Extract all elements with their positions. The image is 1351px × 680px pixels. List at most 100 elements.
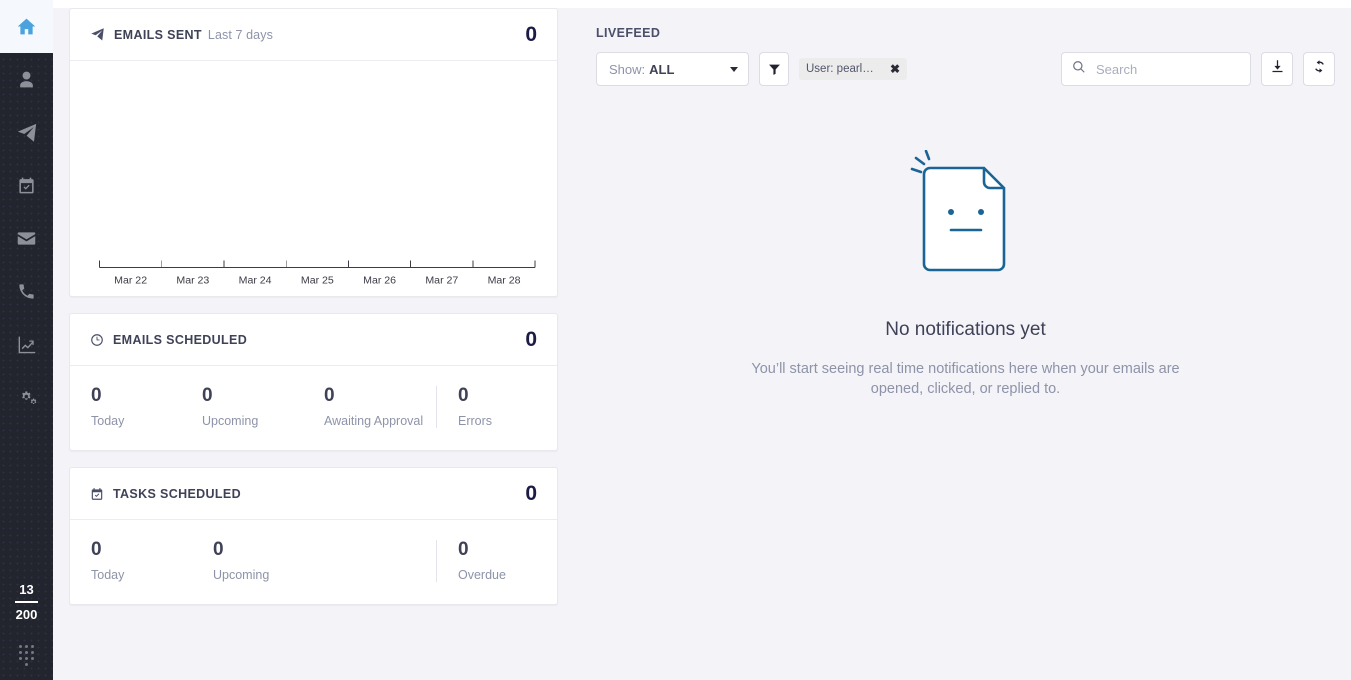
search-icon: [1072, 60, 1086, 79]
credit-counter: 13 200: [15, 580, 38, 625]
user-filter-chip[interactable]: User: pearl@pear... ✖: [799, 58, 907, 80]
show-filter-label: Show:: [609, 61, 646, 77]
tasks-scheduled-title: TASKS SCHEDULED: [113, 486, 241, 501]
livefeed-toolbar: Show: ALL User: pearl@pear... ✖: [596, 52, 1335, 86]
tasks-scheduled-total: 0: [525, 481, 537, 505]
sidebar-item-settings[interactable]: [0, 371, 53, 424]
stat-value: 0: [458, 539, 469, 560]
sidebar-item-reports[interactable]: [0, 318, 53, 371]
download-icon: [1270, 59, 1285, 79]
stat-value: 0: [324, 385, 335, 406]
stat-upcoming: 0 Upcoming: [181, 386, 303, 428]
sidebar-item-mail[interactable]: [0, 212, 53, 265]
stat-value: 0: [202, 385, 213, 406]
dashboard-cards-column: EMAILS SENT Last 7 days 0 Mar 22 Mar 23 Ma…: [53, 0, 558, 680]
emails-sent-chart: Mar 22 Mar 23 Mar 24 Mar 25 Mar 26 Mar 27 Mar …: [70, 61, 557, 296]
stat-label: Today: [91, 414, 125, 428]
stat-label: Awaiting Approval: [324, 414, 424, 428]
top-strip: [53, 0, 1351, 8]
line-chart-icon: [16, 334, 37, 355]
refresh-icon: [1312, 59, 1327, 79]
sidebar-item-campaigns[interactable]: [0, 106, 53, 159]
stat-value: 0: [458, 385, 469, 406]
funnel-icon: [768, 63, 781, 76]
chevron-down-icon: [730, 66, 738, 72]
livefeed-panel: LIVEFEED Show: ALL User: pearl@pear... ✖: [558, 0, 1351, 680]
emails-sent-header: EMAILS SENT Last 7 days 0: [70, 9, 557, 61]
emails-sent-total: 0: [525, 22, 537, 46]
user-filter-chip-label: User: pearl@pear...: [806, 63, 884, 75]
show-filter-value: ALL: [649, 61, 675, 77]
tasks-scheduled-card: TASKS SCHEDULED 0 0 Today 0 Upcoming 0 Overdu…: [69, 467, 558, 605]
dial-pad-row: [25, 663, 28, 666]
envelope-icon: [16, 228, 37, 249]
home-icon: [16, 16, 37, 37]
x-axis-tick-label: Mar 22: [114, 275, 147, 287]
emails-scheduled-header: EMAILS SCHEDULED 0: [70, 314, 557, 366]
sidebar-item-tasks[interactable]: [0, 159, 53, 212]
stat-errors: 0 Errors: [436, 386, 492, 428]
calendar-check-icon: [90, 487, 104, 501]
user-icon: [17, 70, 36, 89]
dial-pad-row: [19, 657, 34, 660]
stat-label: Today: [91, 568, 125, 582]
sidebar-item-contacts[interactable]: [0, 53, 53, 106]
document-neutral-face-icon: [906, 149, 1026, 285]
stat-label: Upcoming: [213, 568, 270, 582]
bar-chart-svg: Mar 22 Mar 23 Mar 24 Mar 25 Mar 26 Mar 27 Mar …: [99, 260, 536, 287]
main-content: EMAILS SENT Last 7 days 0 Mar 22 Mar 23 Ma…: [53, 0, 1351, 680]
paper-plane-icon: [90, 27, 105, 42]
sidebar: 13 200: [0, 0, 53, 680]
stat-value: 0: [91, 385, 102, 406]
emails-scheduled-stats: 0 Today 0 Upcoming 0 Awaiting Approval 0 Errors: [70, 366, 557, 450]
close-icon[interactable]: ✖: [890, 63, 900, 75]
stat-value: 0: [213, 539, 224, 560]
tasks-scheduled-header: TASKS SCHEDULED 0: [70, 468, 557, 520]
credits-total: 200: [15, 606, 38, 622]
emails-scheduled-total: 0: [525, 327, 537, 351]
emails-sent-card: EMAILS SENT Last 7 days 0 Mar 22 Mar 23 Ma…: [69, 8, 558, 297]
app-root: 13 200 EMAILS SENT Last 7 days 0 Mar 22 …: [0, 0, 1351, 680]
refresh-button[interactable]: [1303, 52, 1335, 86]
credits-used: 13: [15, 580, 38, 603]
sidebar-item-calls[interactable]: [0, 265, 53, 318]
cogs-icon: [16, 387, 37, 408]
stat-label: Upcoming: [202, 414, 259, 428]
stat-upcoming: 0 Upcoming: [192, 540, 436, 582]
x-axis-tick-label: Mar 23: [176, 275, 209, 287]
x-axis-tick-label: Mar 27: [425, 275, 458, 287]
dial-pad-row: [19, 645, 34, 648]
sidebar-item-home[interactable]: [0, 0, 53, 53]
emails-sent-subtitle: Last 7 days: [207, 27, 273, 42]
emails-scheduled-title: EMAILS SCHEDULED: [113, 332, 248, 347]
stat-awaiting-approval: 0 Awaiting Approval: [303, 386, 436, 428]
dial-pad-row: [19, 651, 34, 654]
calendar-check-icon: [17, 176, 36, 195]
emails-scheduled-card: EMAILS SCHEDULED 0 0 Today 0 Upcoming 0 Await…: [69, 313, 558, 451]
x-axis-tick-label: Mar 26: [363, 275, 396, 287]
stat-today: 0 Today: [70, 386, 181, 428]
livefeed-empty-state: No notifications yet You’ll start seeing…: [596, 149, 1335, 400]
livefeed-heading: LIVEFEED: [596, 26, 661, 40]
search-input[interactable]: [1096, 61, 1240, 77]
empty-state-description: You’ll start seeing real time notificati…: [751, 361, 1180, 398]
stat-value: 0: [91, 539, 102, 560]
emails-sent-title: EMAILS SENT: [114, 27, 202, 42]
export-button[interactable]: [1261, 52, 1293, 86]
stat-label: Errors: [458, 414, 493, 428]
x-axis-tick-label: Mar 25: [301, 275, 334, 287]
stat-today: 0 Today: [70, 540, 192, 582]
x-axis-tick-label: Mar 24: [239, 275, 272, 287]
tasks-scheduled-stats: 0 Today 0 Upcoming 0 Overdue: [70, 520, 557, 604]
empty-state-title: No notifications yet: [885, 319, 1046, 340]
paper-plane-icon: [16, 122, 38, 144]
x-axis-tick-label: Mar 28: [488, 275, 521, 287]
filter-button[interactable]: [759, 52, 789, 86]
dial-pad-icon[interactable]: [19, 645, 34, 666]
stat-label: Overdue: [458, 568, 506, 582]
stat-overdue: 0 Overdue: [436, 540, 506, 582]
phone-icon: [17, 282, 36, 301]
show-filter-select[interactable]: Show: ALL: [596, 52, 749, 86]
clock-icon: [90, 333, 104, 347]
search-box[interactable]: [1061, 52, 1251, 86]
